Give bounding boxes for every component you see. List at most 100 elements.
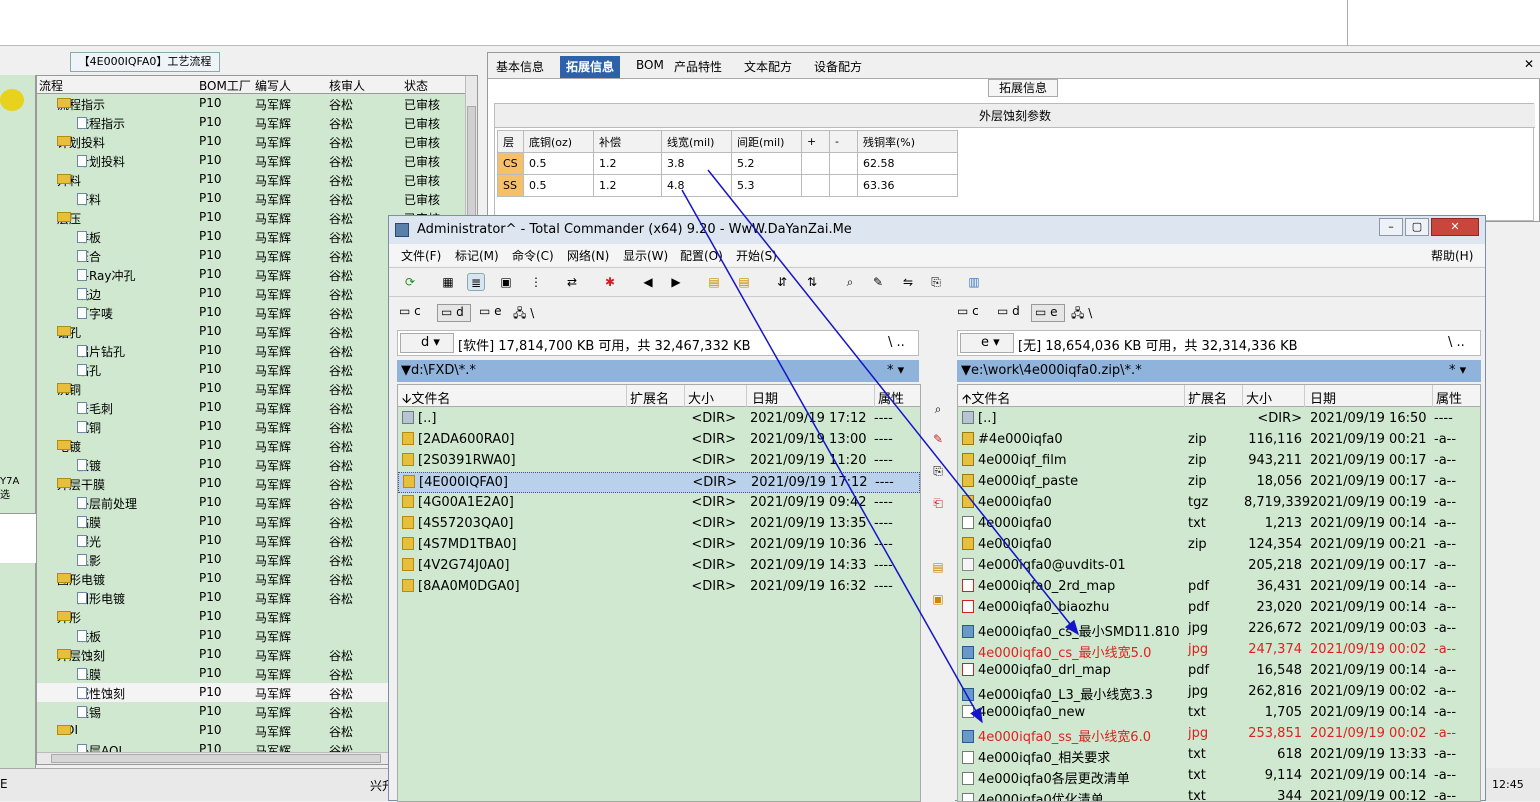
left-filter[interactable]: * ▾ [887,363,904,378]
right-file-row[interactable]: 4e000iqfa0_L3_最小线宽3.3 jpg 262,816 2021/09/1… [958,682,1480,703]
right-file-row[interactable]: 4e000iqfa0_cs_最小线宽5.0 jpg 247,374 2021/09/1… [958,640,1480,661]
etch-cell[interactable]: 5.2 [731,152,802,175]
right-file-row[interactable]: 4e000iqfa0@uvdits-01 205,218 2021/09/19 00… [958,556,1480,577]
etch-cell[interactable]: 3.8 [661,152,732,175]
left-network-drive[interactable]: 🖧 \ [513,304,534,325]
left-col-size[interactable]: 大小 [688,388,714,407]
right-file-row[interactable]: 4e000iqfa0_drl_map pdf 16,548 2021/09/19 00… [958,661,1480,682]
forward-icon[interactable]: ▶ [667,273,685,291]
left-root-up[interactable]: \ .. [888,335,905,350]
maximize-button[interactable]: ▢ [1405,218,1429,236]
menu-show[interactable]: 显示(W) [623,247,668,264]
brief-view-icon[interactable]: ▦ [439,273,457,291]
etch-cell[interactable]: 63.36 [857,174,958,197]
close-icon[interactable]: ✕ [1524,57,1534,71]
right-file-row[interactable]: 4e000iqfa0优化清单 txt 344 2021/09/19 00:12 -a-- [958,787,1480,801]
left-path-bar[interactable]: ▼d:\FXD\*.* * ▾ [397,360,919,382]
etch-cell[interactable]: 1.2 [593,174,662,197]
etch-cell[interactable]: 1.2 [593,152,662,175]
etch-cell[interactable]: 0.5 [523,152,594,175]
right-file-row[interactable]: [..] <DIR> 2021/09/19 16:50 ---- [958,409,1480,430]
etch-cell[interactable] [829,174,858,197]
right-drive-e[interactable]: ▭ e [1031,304,1065,322]
left-file-row[interactable]: [4S57203QA0] <DIR> 2021/09/19 13:35 ---- [398,514,920,535]
left-file-row[interactable]: [..] <DIR> 2021/09/19 17:12 ---- [398,409,920,430]
etch-row[interactable]: CS 0.5 1.2 3.8 5.2 62.58 [497,152,958,175]
copy-icon[interactable]: ⎘ [929,464,947,480]
right-file-row[interactable]: 4e000iqfa0_new txt 1,705 2021/09/19 00:14 -a… [958,703,1480,724]
close-button[interactable]: ✕ [1431,218,1479,236]
right-col-ext[interactable]: 扩展名 [1188,388,1227,407]
right-file-row[interactable]: 4e000iqfa0_biaozhu pdf 23,020 2021/09/19 00… [958,598,1480,619]
minimize-button[interactable]: – [1379,218,1403,236]
right-file-row[interactable]: #4e000iqfa0 zip 116,116 2021/09/19 00:21 -a-… [958,430,1480,451]
edit-icon[interactable]: ✎ [929,432,947,448]
col-factory[interactable]: BOM工厂 [199,77,251,94]
right-path-bar[interactable]: ▼e:\work\4e000iqfa0.zip\*.* * ▾ [957,360,1481,382]
tab-basic[interactable]: 基本信息 [490,56,550,78]
menu-config[interactable]: 配置(O) [680,247,723,264]
invert-icon[interactable]: ⇄ [563,273,581,291]
right-file-row[interactable]: 4e000iqfa0_2rd_map pdf 36,431 2021/09/19 00… [958,577,1480,598]
process-row[interactable]: 计划投料 P10 马军辉 谷松 已审核 [37,151,467,170]
rename-icon[interactable]: ✎ [869,273,887,291]
left-col-date[interactable]: 日期 [752,388,778,407]
left-drive-e[interactable]: ▭ e [479,304,502,318]
right-network-drive[interactable]: 🖧 \ [1071,304,1092,325]
copy-names-icon[interactable]: ⎘ [927,273,945,291]
left-drive-c[interactable]: ▭ c [399,304,421,318]
left-col-attr[interactable]: 属性 [878,388,904,407]
right-file-row[interactable]: 4e000iqfa0 tgz 8,719,339 2021/09/19 00:19 -a… [958,493,1480,514]
right-file-row[interactable]: 4e000iqfa0_cs_最小SMD11.810 jpg 226,672 2021/… [958,619,1480,640]
left-drive-d[interactable]: ▭ d [437,304,471,322]
menu-help[interactable]: 帮助(H) [1431,247,1473,264]
right-file-row[interactable]: 4e000iqfa0各层更改清单 txt 9,114 2021/09/19 00:14… [958,766,1480,787]
right-file-row[interactable]: 4e000iqfa0 txt 1,213 2021/09/19 00:14 -a-- [958,514,1480,535]
right-file-row[interactable]: 4e000iqfa0_ss_最小线宽6.0 jpg 253,851 2021/09/1… [958,724,1480,745]
view-icon[interactable]: ⌕ [929,402,947,418]
search-icon[interactable]: ⌕ [841,273,859,291]
etch-cell[interactable] [801,152,830,175]
tab-equipment-recipe[interactable]: 设备配方 [808,56,868,78]
right-col-attr[interactable]: 属性 [1436,388,1462,407]
col-status[interactable]: 状态 [404,77,428,94]
process-row[interactable]: −开料 P10 马军辉 谷松 已审核 [37,170,467,189]
left-file-row[interactable]: [2ADA600RA0] <DIR> 2021/09/19 13:00 ---- [398,430,920,451]
col-writer[interactable]: 编写人 [255,77,291,94]
etch-cell[interactable]: CS [497,152,524,175]
notepad-icon[interactable]: ▥ [965,273,983,291]
left-file-row[interactable]: [8AA0M0DGA0] <DIR> 2021/09/19 16:32 ---- [398,577,920,598]
process-row[interactable]: 流程指示 P10 马军辉 谷松 已审核 [37,113,467,132]
etch-cell[interactable]: 5.3 [731,174,802,197]
etch-cell[interactable]: 4.8 [661,174,732,197]
etch-row[interactable]: SS 0.5 1.2 4.8 5.3 63.36 [497,174,958,197]
menu-start[interactable]: 开始(S) [736,247,777,264]
selection-icon[interactable]: ✱ [601,273,619,291]
right-file-row[interactable]: 4e000iqf_paste zip 18,056 2021/09/19 00:17-… [958,472,1480,493]
left-file-list[interactable]: 🡫文件名 扩展名 大小 日期 属性 [..] <DIR> 2021/09/19 17… [397,384,921,802]
left-file-row[interactable]: [4E000IQFA0] <DIR> 2021/09/19 17:12 ---- [398,472,920,493]
menu-net[interactable]: 网络(N) [567,247,609,264]
menu-commands[interactable]: 命令(C) [512,247,554,264]
etch-cell[interactable] [829,152,858,175]
right-file-row[interactable]: 4e000iqf_film zip 943,211 2021/09/19 00:17-… [958,451,1480,472]
left-file-row[interactable]: [4G00A1E2A0] <DIR> 2021/09/19 09:42 ---- [398,493,920,514]
right-file-list[interactable]: 🡩文件名 扩展名 大小 日期 属性 [..] <DIR> 2021/09/19 16… [957,384,1481,802]
unpack-icon[interactable]: ▤ [735,273,753,291]
etch-cell[interactable]: 62.58 [857,152,958,175]
tab-features[interactable]: 产品特性 [668,56,728,78]
right-drive-select[interactable]: e ▾ [960,333,1014,353]
right-root-up[interactable]: \ .. [1448,335,1465,350]
tab-bom[interactable]: BOM [630,56,670,78]
detailed-view-icon[interactable]: ≣ [467,273,485,291]
left-file-row[interactable]: [4S7MD1TBA0] <DIR> 2021/09/19 10:36 ---- [398,535,920,556]
left-file-row[interactable]: [2S0391RWA0] <DIR> 2021/09/19 11:20 ---- [398,451,920,472]
right-col-date[interactable]: 日期 [1310,388,1336,407]
right-col-size[interactable]: 大小 [1246,388,1272,407]
tree-icon[interactable]: ⋮ [527,273,545,291]
chat-bubble-icon[interactable] [0,89,24,111]
ftp-icon[interactable]: ⇵ [773,273,791,291]
pack-icon[interactable]: ▤ [705,273,723,291]
move-icon[interactable]: ⎗ [929,496,947,512]
back-icon[interactable]: ◀ [639,273,657,291]
